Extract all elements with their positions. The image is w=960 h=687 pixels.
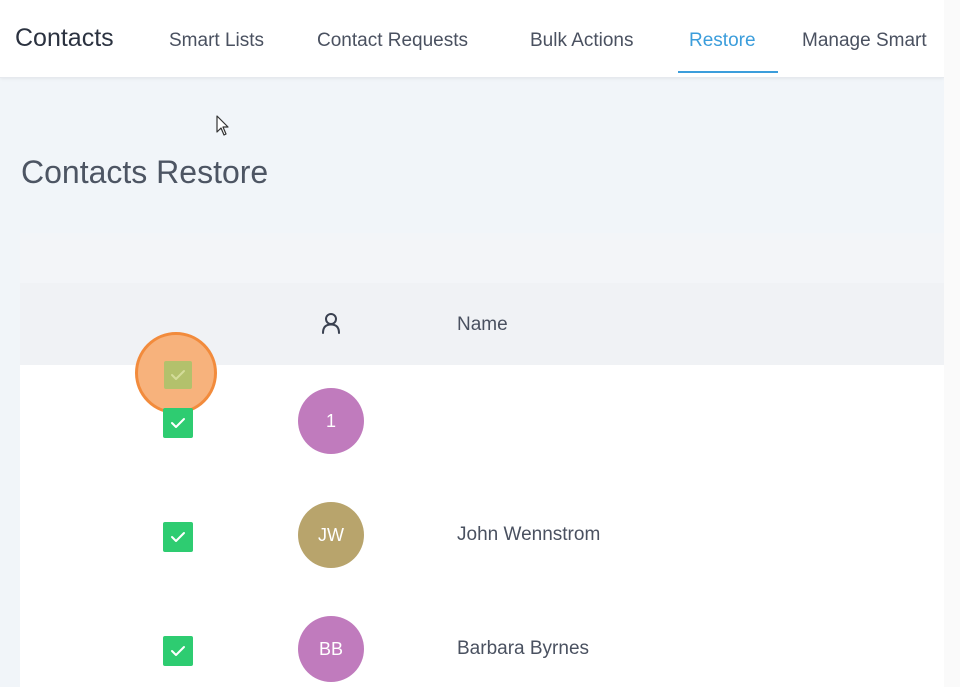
page-title: Contacts Restore [21,154,269,190]
table-toolbar [20,233,944,283]
check-icon [171,532,185,542]
tab-restore[interactable]: Restore [689,30,756,52]
tab-smart-lists[interactable]: Smart Lists [169,30,264,52]
check-icon [171,646,185,656]
mouse-cursor-icon [216,115,232,142]
person-icon [321,312,341,339]
row-checkbox[interactable] [163,522,193,552]
window-edge [944,0,960,687]
contact-name: John Wennstrom [457,524,601,545]
column-header-name[interactable]: Name [457,314,508,336]
tab-manage-smart[interactable]: Manage Smart [802,30,927,52]
table-row[interactable]: 1 [20,365,944,479]
table-row[interactable]: JW John Wennstrom [20,479,944,593]
tab-contact-requests[interactable]: Contact Requests [317,30,468,52]
avatar: BB [298,616,364,682]
contact-name: Barbara Byrnes [457,638,590,659]
row-checkbox[interactable] [163,636,193,666]
table-row[interactable]: BB Barbara Byrnes [20,593,944,687]
app-title: Contacts [15,24,114,52]
tab-bulk-actions[interactable]: Bulk Actions [530,30,634,52]
avatar: 1 [298,388,364,454]
app-frame: Contacts Smart Lists Contact Requests Bu… [0,0,944,687]
top-nav-bar: Contacts Smart Lists Contact Requests Bu… [0,0,944,78]
check-icon [171,418,185,428]
active-tab-indicator [678,71,778,73]
contacts-table: Name 1 JW John Wennstrom BB Barbara Byrn… [20,233,944,687]
avatar: JW [298,502,364,568]
table-header-row: Name [20,283,944,414]
row-checkbox[interactable] [163,408,193,438]
